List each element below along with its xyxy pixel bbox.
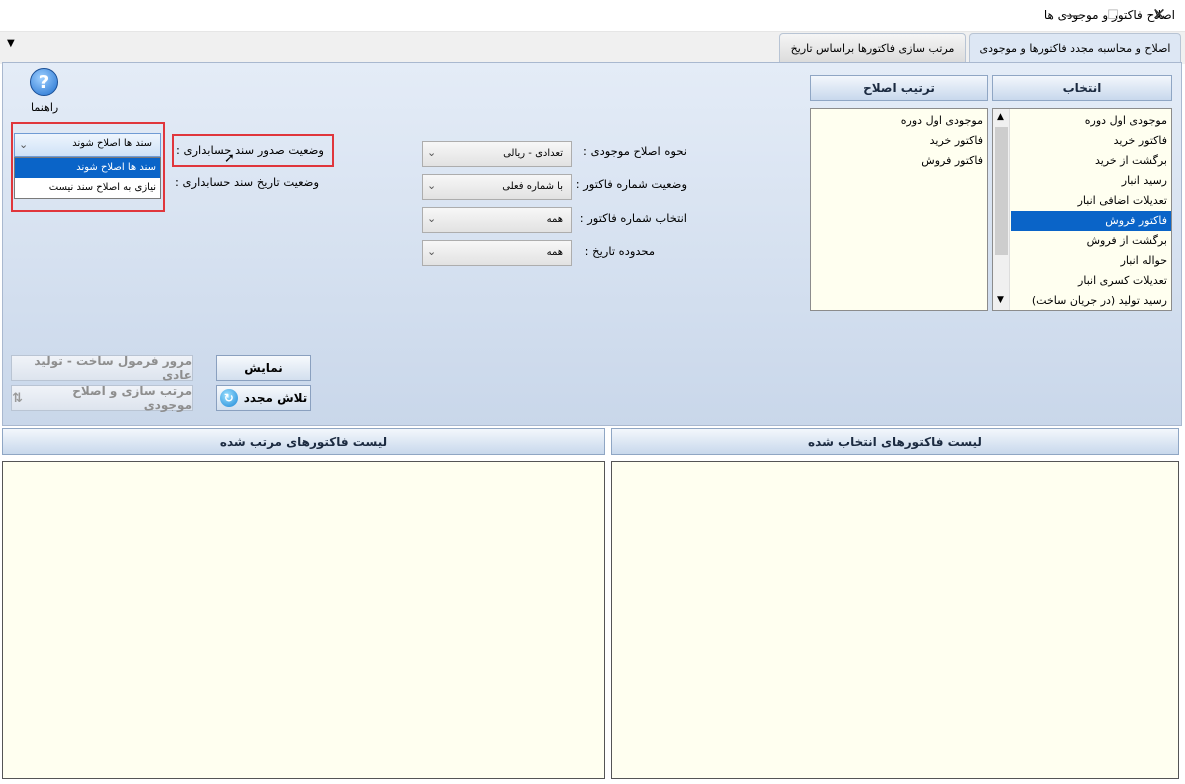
date-range-combo[interactable]: همه ⌄ [422,240,572,266]
list-item[interactable]: موجودی اول دوره [811,111,987,131]
scroll-up-icon[interactable]: ▲ [997,112,1004,122]
show-button[interactable]: نمایش [216,355,311,381]
selection-list: ▲ ▼ موجودی اول دوره فاکتور خرید برگشت از… [992,108,1172,311]
inventory-method-combo[interactable]: تعدادی - ریالی ⌄ [422,141,572,167]
title-bar [0,0,1185,32]
inventory-method-label: نحوه اصلاح موجودی : [583,144,687,158]
chevron-down-icon[interactable]: ⌄ [427,212,436,225]
list-item[interactable]: فاکتور فروش [811,151,987,171]
selected-invoices-header: لیست فاکتورهای انتخاب شده [611,428,1179,455]
dropdown-option[interactable]: سند ها اصلاح شوند [15,158,160,178]
help-label: راهنما [31,101,59,114]
combo-value: تعدادی - ریالی [503,148,563,159]
list-item[interactable]: رسید انبار [1011,171,1171,191]
order-list: موجودی اول دوره فاکتور خرید فاکتور فروش [810,108,988,311]
minimize-icon[interactable]: — [1056,0,1090,30]
chevron-down-icon[interactable]: ⌄ [427,179,436,192]
scroll-thumb[interactable] [995,127,1008,255]
chevron-down-icon[interactable]: ⌄ [427,146,436,159]
help-icon[interactable]: ? [30,68,58,96]
list-item[interactable]: برگشت از خرید [1011,151,1171,171]
dropdown-menu: سند ها اصلاح شوند نیازی به اصلاح سند نیس… [14,157,161,199]
sorted-invoices-header: لیست فاکتورهای مرتب شده [2,428,605,455]
tab-correct-invoices[interactable]: اصلاح و محاسبه مجدد فاکتورها و موجودی [969,33,1181,62]
combo-value: همه [546,247,563,258]
invoice-number-status-label: وضعیت شماره فاکتور : [575,177,687,191]
list-scrollbar[interactable]: ▲ ▼ [993,109,1010,310]
doc-issue-status-label: وضعیت صدور سند حسابداری : [175,143,324,157]
date-range-label: محدوده تاریخ : [584,244,655,258]
sort-icon: ⇅ [12,390,23,406]
retry-button[interactable]: تلاش مجدد ↻ [216,385,311,411]
invoice-number-select-label: انتخاب شماره فاکتور : [579,211,687,225]
list-item[interactable]: فاکتور خرید [1011,131,1171,151]
list-item-selected[interactable]: فاکتور فروش [1011,211,1171,231]
chevron-down-icon[interactable]: ⌄ [427,245,436,258]
sort-fix-button[interactable]: مرتب سازی و اصلاح موجودی ⇅ [11,384,193,412]
cursor-icon: ➚ [224,151,235,166]
sorted-invoices-list[interactable] [2,461,605,779]
maximize-icon[interactable]: ☐ [1096,0,1130,30]
selection-header[interactable]: انتخاب [992,75,1172,101]
combo-value: سند ها اصلاح شوند [72,138,152,149]
combo-value: همه [546,214,563,225]
chevron-down-icon[interactable]: ⌄ [19,138,28,151]
selected-invoices-list[interactable] [611,461,1179,779]
combo-value: با شماره فعلی [502,181,563,192]
menu-arrow-icon[interactable]: ▼ [7,38,15,49]
order-header[interactable]: ترتیب اصلاح [810,75,988,101]
doc-issue-status-combo[interactable]: سند ها اصلاح شوند ⌄ [14,133,161,157]
tab-sort-by-date[interactable]: مرتب سازی فاکتورها براساس تاریخ [779,33,966,62]
list-item[interactable]: موجودی اول دوره [1011,111,1171,131]
dropdown-option[interactable]: نیازی به اصلاح سند نیست [15,178,160,198]
list-item[interactable]: فاکتور خرید [811,131,987,151]
list-item[interactable]: برگشت از فروش [1011,231,1171,251]
scroll-down-icon[interactable]: ▼ [997,295,1004,305]
list-item[interactable]: رسید تولید (در جریان ساخت) [1011,291,1171,310]
invoice-number-status-combo[interactable]: با شماره فعلی ⌄ [422,174,572,200]
list-item[interactable]: تعدیلات کسری انبار [1011,271,1171,291]
invoice-number-select-combo[interactable]: همه ⌄ [422,207,572,233]
formula-review-button[interactable]: مرور فرمول ساخت - تولید عادی [11,354,193,382]
list-item[interactable]: تعدیلات اضافی انبار [1011,191,1171,211]
refresh-icon: ↻ [219,389,238,407]
close-icon[interactable]: ✕ [1142,0,1176,30]
list-item[interactable]: حواله انبار [1011,251,1171,271]
doc-date-status-label: وضعیت تاریخ سند حسابداری : [174,175,319,189]
